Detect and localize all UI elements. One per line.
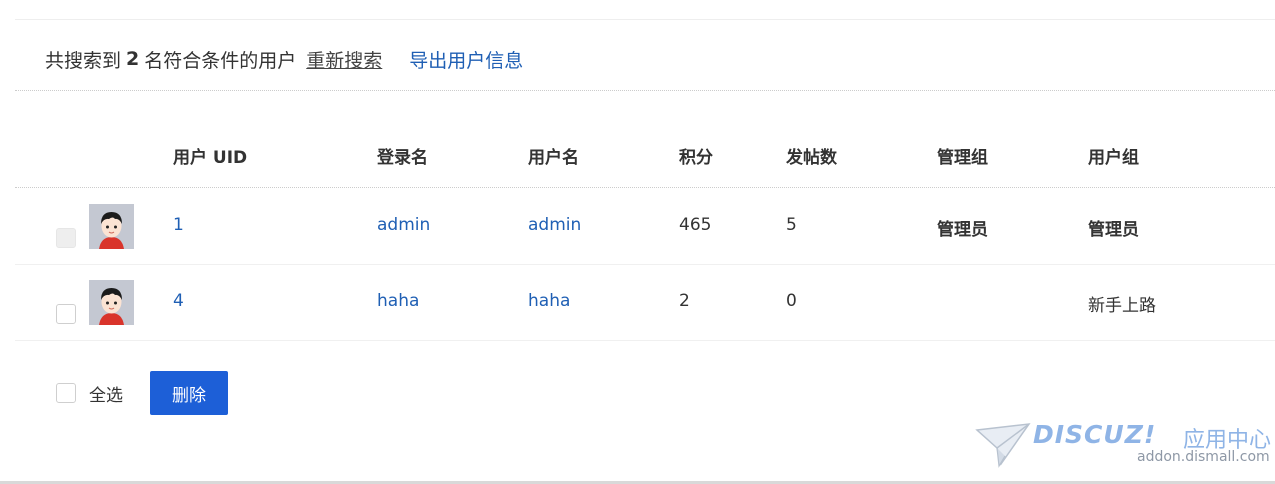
credits-value: 465: [679, 215, 712, 235]
search-result-summary: 共搜索到 2 名符合条件的用户 重新搜索 导出用户信息: [45, 44, 523, 74]
export-users-link[interactable]: 导出用户信息: [409, 46, 523, 73]
select-all-checkbox[interactable]: [56, 383, 76, 403]
column-header-posts: 发帖数: [786, 148, 837, 168]
admin-group-value: 管理员: [937, 220, 988, 240]
table-row: 4 haha haha 2 0 新手上路: [15, 264, 1275, 341]
user-group-value: 管理员: [1088, 220, 1139, 240]
result-prefix: 共搜索到: [45, 49, 122, 72]
avatar[interactable]: [89, 204, 134, 249]
credits-value: 2: [679, 291, 690, 311]
column-header-credits: 积分: [679, 148, 713, 168]
watermark-brand: DISCUZ!: [1033, 420, 1157, 449]
research-link[interactable]: 重新搜索: [306, 46, 382, 73]
avatar-image: [89, 204, 134, 249]
column-header-uid: 用户 UID: [173, 148, 248, 168]
discuz-watermark: DISCUZ! 应用中心 addon.dismall.com: [975, 420, 1271, 472]
username-link[interactable]: admin: [528, 215, 581, 235]
posts-value: 5: [786, 215, 797, 235]
user-uid-link[interactable]: 1: [173, 215, 184, 235]
user-search-results-page: 共搜索到 2 名符合条件的用户 重新搜索 导出用户信息 用户 UID 登录名 用…: [0, 0, 1275, 484]
paper-plane-icon: [975, 423, 1031, 468]
select-all-label[interactable]: 全选: [89, 381, 123, 406]
column-header-username: 用户名: [528, 148, 579, 168]
column-header-user-group: 用户组: [1088, 148, 1139, 168]
result-count: 2: [126, 48, 140, 70]
user-group-value: 新手上路: [1088, 296, 1156, 316]
row-checkbox[interactable]: [56, 304, 76, 324]
username-link[interactable]: haha: [528, 291, 570, 311]
table-header: 用户 UID 登录名 用户名 积分 发帖数 管理组 用户组: [15, 135, 1275, 175]
column-header-admin-group: 管理组: [937, 148, 988, 168]
user-uid-link[interactable]: 4: [173, 291, 184, 311]
summary-divider: [15, 90, 1275, 91]
login-name-link[interactable]: admin: [377, 215, 430, 235]
top-divider: [15, 19, 1275, 20]
column-header-login: 登录名: [377, 148, 428, 168]
bulk-actions-bar: 全选 删除: [15, 370, 515, 416]
login-name-link[interactable]: haha: [377, 291, 419, 311]
avatar[interactable]: [89, 280, 134, 325]
avatar-image: [89, 280, 134, 325]
row-checkbox: [56, 228, 76, 248]
delete-button[interactable]: 删除: [150, 371, 228, 415]
posts-value: 0: [786, 291, 797, 311]
watermark-url: addon.dismall.com: [1137, 449, 1270, 465]
table-row: 1 admin admin 465 5 管理员 管理员: [15, 188, 1275, 265]
result-suffix: 名符合条件的用户: [144, 49, 297, 72]
